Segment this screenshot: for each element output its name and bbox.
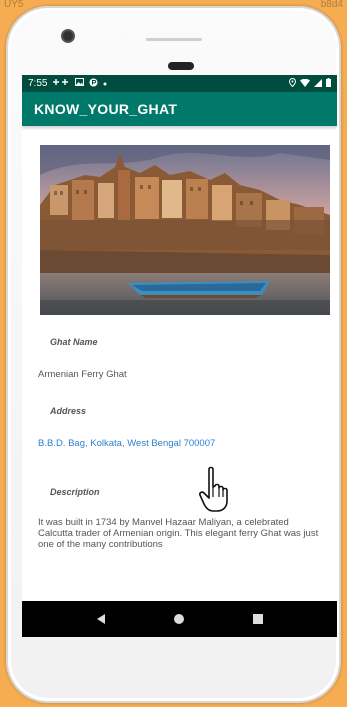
battery-icon bbox=[326, 78, 331, 89]
phone-screen: 7:55 KNOW_YOUR_GHAT Ghat Name Armenian F… bbox=[22, 75, 337, 637]
description-text: It was built in 1734 by Manvel Hazaar Ma… bbox=[38, 517, 319, 550]
home-icon bbox=[174, 614, 185, 624]
earpiece-speaker bbox=[168, 62, 194, 70]
navigation-bar bbox=[22, 601, 337, 637]
phone-frame: 7:55 KNOW_YOUR_GHAT Ghat Name Armenian F… bbox=[6, 6, 341, 703]
sensor-slot bbox=[146, 38, 202, 41]
app-title: KNOW_YOUR_GHAT bbox=[34, 101, 178, 117]
android-debug-icon bbox=[52, 78, 70, 90]
signal-icon bbox=[314, 78, 322, 89]
camera-icon bbox=[63, 31, 73, 41]
description-label: Description bbox=[50, 487, 100, 497]
status-time: 7:55 bbox=[28, 78, 48, 89]
app-notification-icon bbox=[89, 78, 98, 90]
back-button[interactable] bbox=[91, 609, 111, 629]
recents-icon bbox=[252, 614, 263, 624]
detail-content[interactable]: Ghat Name Armenian Ferry Ghat Address B.… bbox=[22, 145, 337, 550]
status-bar: 7:55 bbox=[22, 75, 337, 92]
ghat-name-value: Armenian Ferry Ghat bbox=[38, 369, 127, 380]
address-link[interactable]: B.B.D. Bag, Kolkata, West Bengal 700007 bbox=[38, 438, 331, 449]
ghat-photo bbox=[40, 145, 330, 315]
dot-icon bbox=[103, 78, 107, 89]
wifi-icon bbox=[300, 78, 310, 89]
recents-button[interactable] bbox=[248, 609, 268, 629]
corner-text-right: b8d4 bbox=[320, 0, 343, 10]
home-button[interactable] bbox=[169, 609, 189, 629]
ghat-name-label: Ghat Name bbox=[50, 337, 98, 347]
image-icon bbox=[75, 78, 85, 89]
back-icon bbox=[97, 614, 106, 624]
corner-text-left: UY5 bbox=[4, 0, 24, 10]
app-bar: KNOW_YOUR_GHAT bbox=[22, 92, 337, 126]
hand-cursor-icon bbox=[195, 465, 235, 515]
location-icon bbox=[288, 77, 297, 89]
address-label: Address bbox=[50, 406, 87, 416]
